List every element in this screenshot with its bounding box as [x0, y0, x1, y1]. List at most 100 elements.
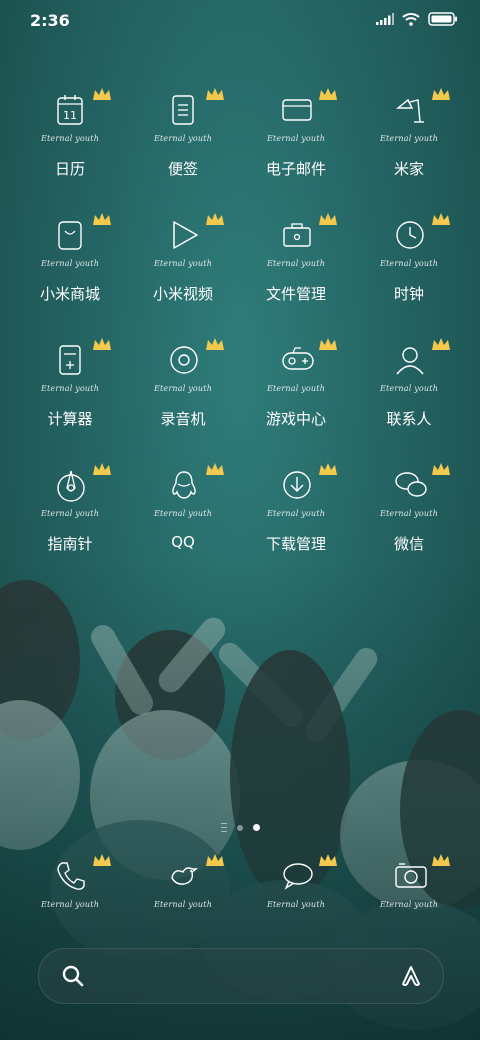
app-label: 下载管理 — [265, 535, 326, 553]
app-label: 米家 — [393, 160, 424, 178]
watermark-text: Eternal youth — [266, 259, 326, 268]
file-manager-icon — [283, 223, 311, 247]
crown-icon — [319, 854, 337, 866]
app-label: 计算器 — [47, 410, 93, 428]
crown-icon — [432, 854, 450, 866]
dock-phone[interactable]: Eternal youth — [15, 850, 125, 920]
xiao-ai-assistant-icon[interactable] — [399, 964, 423, 988]
app-email[interactable]: Eternal youth 电子邮件 — [241, 84, 351, 179]
watermark-text: Eternal youth — [40, 134, 100, 143]
status-bar: 2:36 — [0, 0, 480, 44]
recorder-icon — [170, 346, 198, 374]
watermark-text: Eternal youth — [40, 259, 100, 268]
app-label: 指南针 — [47, 535, 93, 553]
signal-icon — [376, 13, 394, 25]
crown-icon — [93, 338, 111, 350]
phone-icon — [57, 862, 85, 890]
watermark-text: Eternal youth — [266, 900, 326, 909]
page-dot-active[interactable] — [252, 824, 260, 831]
crown-icon — [206, 213, 224, 225]
app-mijia[interactable]: Eternal youth 米家 — [354, 84, 464, 179]
crown-icon — [432, 213, 450, 225]
watermark-text: Eternal youth — [40, 900, 100, 909]
app-label: 联系人 — [386, 410, 432, 428]
bird-icon — [171, 867, 199, 885]
app-label: 录音机 — [160, 410, 206, 428]
email-icon — [282, 99, 312, 121]
crown-icon — [93, 463, 111, 475]
watermark-text: Eternal youth — [153, 134, 213, 143]
watermark-text: Eternal youth — [153, 900, 213, 909]
page-dot[interactable] — [236, 824, 243, 831]
video-play-icon — [173, 221, 198, 249]
status-time: 2:36 — [30, 11, 70, 30]
dock-messages-bird[interactable]: Eternal youth — [128, 850, 238, 920]
crown-icon — [206, 463, 224, 475]
crown-icon — [319, 338, 337, 350]
watermark-text: Eternal youth — [153, 509, 213, 518]
watermark-text: Eternal youth — [40, 384, 100, 393]
app-compass[interactable]: Eternal youth 指南针 — [15, 459, 125, 554]
app-game-center[interactable]: Eternal youth 游戏中心 — [241, 334, 351, 429]
crown-icon — [206, 854, 224, 866]
app-file-manager[interactable]: Eternal youth 文件管理 — [241, 209, 351, 304]
app-label: 小米视频 — [152, 285, 213, 303]
crown-icon — [93, 88, 111, 100]
app-label: 电子邮件 — [265, 160, 326, 178]
search-icon[interactable] — [61, 964, 85, 988]
qq-penguin-icon — [172, 471, 196, 499]
dock: Eternal youth Eternal youth Eternal yout… — [0, 850, 480, 930]
app-notes[interactable]: Eternal youth 便签 — [128, 84, 238, 179]
app-mi-store[interactable]: Eternal youth 小米商城 — [15, 209, 125, 304]
notes-icon — [172, 95, 194, 125]
battery-icon — [428, 12, 457, 26]
app-label: 游戏中心 — [265, 410, 326, 428]
app-calculator[interactable]: Eternal youth 计算器 — [15, 334, 125, 429]
app-mi-video[interactable]: Eternal youth 小米视频 — [128, 209, 238, 304]
wechat-icon — [395, 472, 427, 497]
watermark-text: Eternal youth — [40, 509, 100, 518]
app-download-manager[interactable]: Eternal youth 下载管理 — [241, 459, 351, 554]
mi-store-icon — [58, 221, 82, 250]
app-clock[interactable]: Eternal youth 时钟 — [354, 209, 464, 304]
app-label: 时钟 — [393, 285, 424, 303]
calculator-icon — [59, 345, 81, 375]
watermark-text: Eternal youth — [266, 384, 326, 393]
app-label: QQ — [171, 533, 195, 551]
crown-icon — [93, 213, 111, 225]
watermark-text: Eternal youth — [266, 134, 326, 143]
watermark-text: Eternal youth — [379, 259, 439, 268]
app-contacts[interactable]: Eternal youth 联系人 — [354, 334, 464, 429]
watermark-text: Eternal youth — [379, 900, 439, 909]
contacts-icon — [396, 347, 424, 375]
page-indicator[interactable] — [0, 823, 480, 832]
dock-camera[interactable]: Eternal youth — [354, 850, 464, 920]
watermark-text: Eternal youth — [266, 509, 326, 518]
watermark-text: Eternal youth — [153, 259, 213, 268]
crown-icon — [319, 213, 337, 225]
app-qq[interactable]: Eternal youth QQ — [128, 459, 238, 551]
page-indicator-minus-one[interactable] — [220, 823, 227, 832]
dock-message[interactable]: Eternal youth — [241, 850, 351, 920]
app-label: 便签 — [167, 160, 198, 178]
app-label: 微信 — [393, 535, 424, 553]
app-wechat[interactable]: Eternal youth 微信 — [354, 459, 464, 554]
watermark-text: Eternal youth — [379, 384, 439, 393]
mijia-lamp-icon — [396, 98, 424, 123]
clock-icon — [396, 221, 424, 249]
calendar-icon: 11 — [57, 95, 83, 125]
app-label: 小米商城 — [39, 285, 100, 303]
app-label: 文件管理 — [265, 285, 326, 303]
app-calendar[interactable]: 11 Eternal youth 日历 — [15, 84, 125, 179]
watermark-text: Eternal youth — [153, 384, 213, 393]
app-label: 日历 — [54, 160, 85, 178]
crown-icon — [432, 88, 450, 100]
download-icon — [283, 471, 311, 499]
search-bar[interactable] — [38, 948, 444, 1004]
watermark-text: Eternal youth — [379, 134, 439, 143]
crown-icon — [319, 88, 337, 100]
crown-icon — [432, 338, 450, 350]
app-recorder[interactable]: Eternal youth 录音机 — [128, 334, 238, 429]
compass-icon — [57, 470, 85, 502]
crown-icon — [206, 338, 224, 350]
